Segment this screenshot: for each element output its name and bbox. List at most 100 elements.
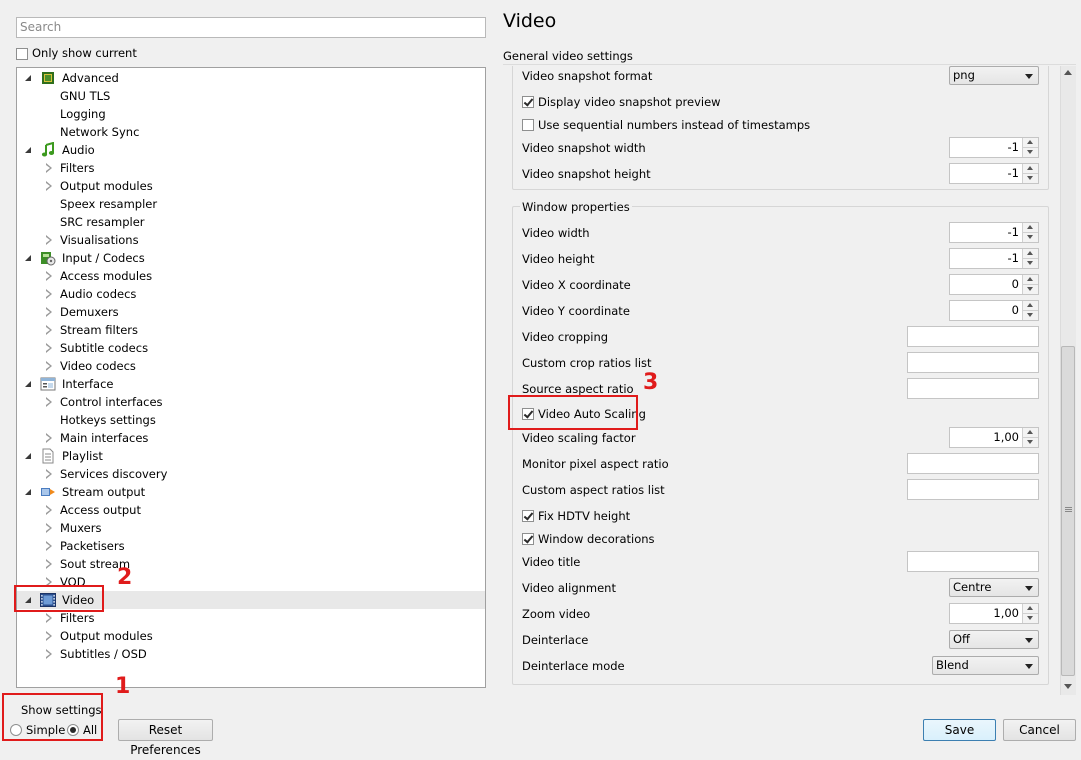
video-height-spinbox[interactable]: -1 (949, 248, 1039, 269)
crop-ratios-input[interactable] (907, 352, 1039, 373)
collapsed-arrow-icon[interactable] (46, 163, 52, 173)
spin-up-icon[interactable] (1023, 428, 1038, 438)
tree-item-main-interfaces[interactable]: Main interfaces (17, 429, 485, 447)
tree-item-subtitle-codecs[interactable]: Subtitle codecs (17, 339, 485, 357)
collapsed-arrow-icon[interactable] (46, 307, 52, 317)
fix-hdtv-checkbox[interactable]: Fix HDTV height (522, 508, 630, 523)
spin-down-icon[interactable] (1023, 285, 1038, 294)
collapsed-arrow-icon[interactable] (46, 523, 52, 533)
expanded-arrow-icon[interactable] (25, 381, 31, 387)
spin-down-icon[interactable] (1023, 148, 1038, 157)
radio-simple[interactable]: Simple (10, 722, 65, 737)
video-cropping-input[interactable] (907, 326, 1039, 347)
tree-item-packetisers[interactable]: Packetisers (17, 537, 485, 555)
spin-down-icon[interactable] (1023, 174, 1038, 183)
sequential-numbers-checkbox[interactable]: Use sequential numbers instead of timest… (522, 117, 810, 132)
tree-item-src-resampler[interactable]: SRC resampler (17, 213, 485, 231)
fix-hdtv-box[interactable] (522, 509, 534, 522)
tree-item-output-modules[interactable]: Output modules (17, 627, 485, 645)
tree-item-subtitles-osd[interactable]: Subtitles / OSD (17, 645, 485, 663)
spin-up-icon[interactable] (1023, 138, 1038, 148)
collapsed-arrow-icon[interactable] (46, 631, 52, 641)
spin-up-icon[interactable] (1023, 249, 1038, 259)
collapsed-arrow-icon[interactable] (46, 325, 52, 335)
tree-category-playlist[interactable]: Playlist (17, 447, 485, 465)
tree-item-services-discovery[interactable]: Services discovery (17, 465, 485, 483)
scroll-down-icon[interactable] (1064, 684, 1072, 689)
tree-item-speex-resampler[interactable]: Speex resampler (17, 195, 485, 213)
tree-item-stream-filters[interactable]: Stream filters (17, 321, 485, 339)
snapshot-height-spinbox[interactable]: -1 (949, 163, 1039, 184)
collapsed-arrow-icon[interactable] (46, 397, 52, 407)
tree-item-audio-codecs[interactable]: Audio codecs (17, 285, 485, 303)
spin-up-icon[interactable] (1023, 223, 1038, 233)
tree-category-input-codecs[interactable]: Input / Codecs (17, 249, 485, 267)
tree-category-audio[interactable]: Audio (17, 141, 485, 159)
snapshot-format-select[interactable]: png (949, 66, 1039, 85)
video-title-input[interactable] (907, 551, 1039, 572)
tree-item-muxers[interactable]: Muxers (17, 519, 485, 537)
video-x-spinbox[interactable]: 0 (949, 274, 1039, 295)
tree-category-stream-output[interactable]: Stream output (17, 483, 485, 501)
tree-item-demuxers[interactable]: Demuxers (17, 303, 485, 321)
save-button[interactable]: Save (923, 719, 996, 741)
collapsed-arrow-icon[interactable] (46, 289, 52, 299)
collapsed-arrow-icon[interactable] (46, 235, 52, 245)
tree-category-advanced[interactable]: Advanced (17, 69, 485, 87)
video-y-spinbox[interactable]: 0 (949, 300, 1039, 321)
expanded-arrow-icon[interactable] (25, 147, 31, 153)
tree-item-hotkeys-settings[interactable]: Hotkeys settings (17, 411, 485, 429)
display-preview-checkbox[interactable]: Display video snapshot preview (522, 94, 721, 109)
expanded-arrow-icon[interactable] (25, 255, 31, 261)
tree-category-interface[interactable]: Interface (17, 375, 485, 393)
collapsed-arrow-icon[interactable] (46, 469, 52, 479)
sequential-numbers-box[interactable] (522, 118, 534, 131)
tree-item-visualisations[interactable]: Visualisations (17, 231, 485, 249)
deinterlace-select[interactable]: Off (949, 630, 1039, 649)
spin-down-icon[interactable] (1023, 614, 1038, 623)
source-aspect-input[interactable] (907, 378, 1039, 399)
custom-aspect-input[interactable] (907, 479, 1039, 500)
deinterlace-mode-select[interactable]: Blend (932, 656, 1039, 675)
video-width-spinbox[interactable]: -1 (949, 222, 1039, 243)
collapsed-arrow-icon[interactable] (46, 505, 52, 515)
collapsed-arrow-icon[interactable] (46, 433, 52, 443)
display-preview-box[interactable] (522, 95, 534, 108)
tree-item-access-modules[interactable]: Access modules (17, 267, 485, 285)
spin-down-icon[interactable] (1023, 438, 1038, 447)
scaling-factor-spinbox[interactable]: 1,00 (949, 427, 1039, 448)
tree-item-sout-stream[interactable]: Sout stream (17, 555, 485, 573)
tree-item-output-modules[interactable]: Output modules (17, 177, 485, 195)
tree-item-logging[interactable]: Logging (17, 105, 485, 123)
tree-item-network-sync[interactable]: Network Sync (17, 123, 485, 141)
expanded-arrow-icon[interactable] (25, 489, 31, 495)
radio-simple-dot[interactable] (10, 723, 22, 736)
spin-down-icon[interactable] (1023, 311, 1038, 320)
tree-item-video-codecs[interactable]: Video codecs (17, 357, 485, 375)
spin-up-icon[interactable] (1023, 604, 1038, 614)
spin-up-icon[interactable] (1023, 164, 1038, 174)
expanded-arrow-icon[interactable] (25, 75, 31, 81)
scrollbar-thumb[interactable] (1061, 346, 1075, 676)
collapsed-arrow-icon[interactable] (46, 541, 52, 551)
scroll-up-icon[interactable] (1064, 70, 1072, 75)
video-alignment-select[interactable]: Centre (949, 578, 1039, 597)
spin-up-icon[interactable] (1023, 301, 1038, 311)
tree-item-gnu-tls[interactable]: GNU TLS (17, 87, 485, 105)
radio-all-dot[interactable] (67, 723, 79, 736)
spin-down-icon[interactable] (1023, 259, 1038, 268)
only-show-current-checkbox[interactable]: Only show current (16, 46, 137, 60)
collapsed-arrow-icon[interactable] (46, 559, 52, 569)
collapsed-arrow-icon[interactable] (46, 181, 52, 191)
collapsed-arrow-icon[interactable] (46, 343, 52, 353)
tree-item-access-output[interactable]: Access output (17, 501, 485, 519)
reset-preferences-button[interactable]: Reset Preferences (118, 719, 213, 757)
spin-down-icon[interactable] (1023, 233, 1038, 242)
monitor-aspect-input[interactable] (907, 453, 1039, 474)
zoom-video-spinbox[interactable]: 1,00 (949, 603, 1039, 624)
collapsed-arrow-icon[interactable] (46, 271, 52, 281)
collapsed-arrow-icon[interactable] (46, 649, 52, 659)
tree-item-control-interfaces[interactable]: Control interfaces (17, 393, 485, 411)
tree-item-filters[interactable]: Filters (17, 159, 485, 177)
spin-up-icon[interactable] (1023, 275, 1038, 285)
